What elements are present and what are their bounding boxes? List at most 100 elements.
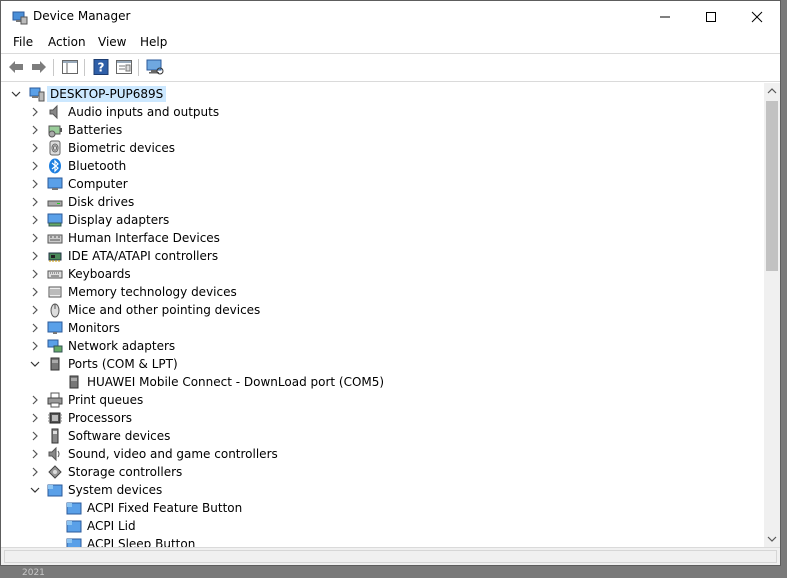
scrollbar-thumb[interactable] (766, 101, 778, 271)
expand-chevron-icon[interactable] (30, 125, 40, 135)
forward-button[interactable] (30, 58, 48, 76)
expand-chevron-icon[interactable] (30, 395, 40, 405)
tree-item[interactable]: Audio inputs and outputs (1, 103, 764, 121)
expand-chevron-icon[interactable] (30, 179, 40, 189)
tree-child-item[interactable]: ACPI Sleep Button (1, 535, 764, 547)
background-text: 2021 (22, 568, 45, 578)
scan-hardware-changes-button[interactable] (146, 58, 164, 76)
tree-item[interactable]: Bluetooth (1, 157, 764, 175)
tree-item-label: IDE ATA/ATAPI controllers (68, 249, 219, 263)
tree-item[interactable]: Biometric devices (1, 139, 764, 157)
tree-item[interactable]: Network adapters (1, 337, 764, 355)
minimize-button[interactable] (642, 1, 688, 32)
tree-child-item[interactable]: ACPI Lid (1, 517, 764, 535)
tree-child-item[interactable]: ACPI Fixed Feature Button (1, 499, 764, 517)
forward-arrow-icon (32, 61, 46, 73)
expand-chevron-icon[interactable] (30, 341, 40, 351)
tree-item[interactable]: Display adapters (1, 211, 764, 229)
expand-chevron-icon[interactable] (30, 233, 40, 243)
tree-item-label: Human Interface Devices (68, 231, 220, 245)
console-tree-icon (62, 60, 78, 74)
memory-icon (48, 286, 62, 298)
speaker-icon (49, 104, 58, 120)
tree-item-expanded[interactable]: Ports (COM & LPT) (1, 355, 764, 373)
tree-item-expanded[interactable]: System devices (1, 481, 764, 499)
expand-chevron-icon[interactable] (30, 449, 40, 459)
expand-chevron-icon[interactable] (30, 269, 40, 279)
system-device-icon (66, 502, 82, 515)
expand-chevron-icon[interactable] (30, 413, 40, 423)
title-bar[interactable]: Device Manager (1, 1, 780, 32)
tree-item-label: Memory technology devices (68, 285, 237, 299)
tree-item[interactable]: Disk drives (1, 193, 764, 211)
hid-icon (47, 234, 63, 244)
device-manager-window: Device Manager File Action View Help ? D… (0, 0, 781, 566)
tree-item[interactable]: Memory technology devices (1, 283, 764, 301)
collapse-chevron-icon[interactable] (11, 89, 21, 99)
minimize-icon (660, 16, 670, 17)
maximize-button[interactable] (688, 1, 734, 32)
expand-chevron-icon[interactable] (30, 251, 40, 261)
collapse-chevron-icon[interactable] (30, 485, 40, 495)
status-bar (1, 547, 780, 565)
menu-view[interactable]: View (98, 35, 126, 49)
help-button[interactable]: ? (92, 58, 110, 76)
tree-item-label: Biometric devices (68, 141, 176, 155)
expand-chevron-icon[interactable] (30, 431, 40, 441)
expand-chevron-icon[interactable] (30, 323, 40, 333)
printer-icon (47, 392, 63, 408)
vertical-scrollbar[interactable] (764, 83, 780, 547)
expand-chevron-icon[interactable] (30, 305, 40, 315)
tree-item[interactable]: Sound, video and game controllers (1, 445, 764, 463)
tree-item[interactable]: Processors (1, 409, 764, 427)
tree-item[interactable]: Monitors (1, 319, 764, 337)
expand-chevron-icon[interactable] (30, 161, 40, 171)
tree-item[interactable]: IDE ATA/ATAPI controllers (1, 247, 764, 265)
tree-item-label: Keyboards (68, 267, 131, 281)
properties-button[interactable] (115, 58, 133, 76)
tree-child-item[interactable]: HUAWEI Mobile Connect - DownLoad port (C… (1, 373, 764, 391)
software-device-icon (51, 428, 59, 444)
tree-item-label: Bluetooth (68, 159, 127, 173)
tree-item-label: Storage controllers (68, 465, 183, 479)
expand-chevron-icon[interactable] (30, 287, 40, 297)
tree-item-label: Software devices (68, 429, 171, 443)
close-button[interactable] (734, 1, 780, 32)
tree-item[interactable]: Software devices (1, 427, 764, 445)
tree-item-label: Batteries (68, 123, 123, 137)
mouse-icon (50, 303, 60, 318)
tree-item[interactable]: Storage controllers (1, 463, 764, 481)
expand-chevron-icon[interactable] (30, 107, 40, 117)
tree-item[interactable]: Human Interface Devices (1, 229, 764, 247)
menu-action[interactable]: Action (48, 35, 86, 49)
show-hide-console-tree-button[interactable] (61, 58, 79, 76)
tree-item[interactable]: Mice and other pointing devices (1, 301, 764, 319)
tree-item-label: Computer (68, 177, 128, 191)
fingerprint-icon (49, 140, 61, 156)
help-icon: ? (93, 59, 109, 75)
tree-item-label: ACPI Lid (87, 519, 136, 533)
scroll-down-arrow-icon[interactable] (767, 535, 777, 543)
tree-item[interactable]: Computer (1, 175, 764, 193)
computer-name: DESKTOP-PUP689S (47, 86, 167, 102)
expand-chevron-icon[interactable] (30, 467, 40, 477)
back-button[interactable] (7, 58, 25, 76)
back-arrow-icon (9, 61, 23, 73)
tree-item-label: Mice and other pointing devices (68, 303, 261, 317)
expand-chevron-icon[interactable] (30, 143, 40, 153)
tree-item[interactable]: Keyboards (1, 265, 764, 283)
menu-help[interactable]: Help (140, 35, 167, 49)
collapse-chevron-icon[interactable] (30, 359, 40, 369)
tree-item[interactable]: Print queues (1, 391, 764, 409)
tree-item-label: ACPI Sleep Button (87, 537, 196, 547)
scroll-up-arrow-icon[interactable] (767, 87, 777, 95)
tree-root[interactable]: DESKTOP-PUP689S (1, 85, 764, 103)
svg-text:?: ? (98, 61, 105, 75)
expand-chevron-icon[interactable] (30, 215, 40, 225)
bluetooth-icon (49, 158, 61, 174)
tree-item[interactable]: Batteries (1, 121, 764, 139)
expand-chevron-icon[interactable] (30, 197, 40, 207)
keyboard-icon (47, 270, 63, 279)
disk-icon (47, 200, 63, 207)
menu-file[interactable]: File (13, 35, 33, 49)
